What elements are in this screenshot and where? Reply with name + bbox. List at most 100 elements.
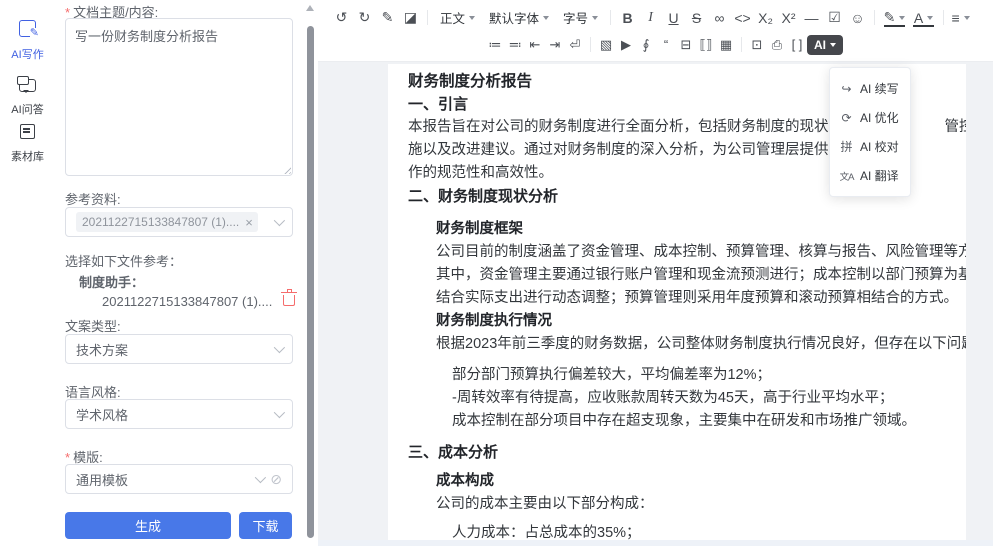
ai-menu-item[interactable]: 拼AI 校对 (830, 132, 910, 161)
write-icon (19, 20, 36, 37)
horizontal-rule-icon[interactable]: — (800, 6, 823, 29)
font-color-icon[interactable]: A (909, 6, 938, 29)
undo-icon[interactable]: ↺ (330, 6, 353, 29)
font-size-dropdown[interactable]: 字号 (556, 8, 605, 27)
topic-input[interactable]: 写一份财务制度分析报告 (65, 18, 293, 176)
download-button[interactable]: 下载 (239, 512, 292, 539)
doc-line: 部分部门预算执行偏差较大，平均偏差率为12%； (408, 364, 966, 387)
table-icon[interactable]: ▦ (716, 33, 736, 56)
video-icon[interactable]: ▶ (616, 33, 636, 56)
ai-menu-item[interactable]: ⟳ AI 优化 (830, 103, 910, 132)
doc-line: 人力成本：占总成本的35%； (408, 522, 966, 540)
translate-icon: 文A (839, 169, 854, 183)
chevron-down-icon (255, 472, 266, 483)
file-select-label: 选择如下文件参考： (65, 251, 182, 270)
highlight-color-icon[interactable]: ✎ (880, 6, 909, 29)
toolbar-divider (741, 37, 742, 52)
code-block-icon[interactable]: ⟦⟧ (696, 33, 716, 56)
paragraph-style-dropdown[interactable]: 正文 (433, 8, 482, 27)
toolbar-divider (590, 37, 591, 52)
sidebar-item-label: AI写作 (0, 46, 55, 62)
indent-icon[interactable]: ⇥ (545, 33, 565, 56)
chevron-down-icon (274, 407, 285, 418)
reference-multiselect[interactable]: 2021122715133847807 (1).... × (65, 207, 293, 237)
toolbar-row-2: ≔≕⇤⇥⏎ ▧▶∮“⊟⟦⟧▦ ⊡⎙[ ]AI (318, 31, 993, 58)
doc-line: 公司目前的制度涵盖了资金管理、成本控制、预算管理、核算与报告、风险管理等方面。 (408, 241, 966, 264)
superscript-icon[interactable]: X² (777, 6, 800, 29)
ai-menu-item[interactable]: ↪AI 续写 (830, 74, 910, 103)
bold-icon[interactable]: B (616, 6, 639, 29)
image-icon[interactable]: ▧ (596, 33, 616, 56)
template-select[interactable]: 通用模板 ⊘ (65, 464, 293, 494)
chevron-down-icon (274, 215, 285, 226)
generate-button[interactable]: 生成 (65, 512, 231, 539)
doc-line: 成本控制在部分项目中存在超支现象，主要集中在研发和市场推广领域。 (408, 410, 966, 433)
blockquote-icon[interactable]: “ (656, 33, 676, 56)
doc-line: 三、成本分析 (408, 441, 966, 464)
sidebar-item-ai-writing[interactable]: AI写作 (0, 20, 55, 62)
sidebar-item-ai-qa[interactable]: AI问答 (0, 76, 55, 117)
doc-line: 公司的成本主要由以下部分构成： (408, 493, 966, 516)
assistant-file-name: 2021122715133847807 (1).... (102, 294, 272, 309)
bullet-list-icon[interactable]: ≔ (485, 33, 505, 56)
align-dropdown-icon[interactable]: ≡ (949, 6, 972, 29)
doc-line: 结合实际支出进行动态调整；预算管理则采用年度预算和滚动预算相结合的方式。 (408, 287, 966, 310)
toolbar-divider (427, 10, 428, 25)
font-family-dropdown[interactable]: 默认字体 (482, 8, 556, 27)
subscript-icon[interactable]: X₂ (754, 6, 777, 29)
sidebar-item-material-library[interactable]: 素材库 (0, 122, 55, 164)
reference-file-tag: 2021122715133847807 (1).... × (76, 212, 258, 232)
ai-menu-item-label: AI 校对 (860, 138, 899, 155)
doc-line: 财务制度执行情况 (408, 310, 966, 333)
doc-line: 根据2023年前三季度的财务数据，公司整体财务制度执行情况良好，但存在以下问题： (408, 333, 966, 356)
format-painter-icon[interactable]: ✎ (376, 6, 399, 29)
outdent-icon[interactable]: ⇤ (525, 33, 545, 56)
ai-dropdown-menu: ↪AI 续写 ⟳ AI 优化拼AI 校对文A AI 翻译 (829, 67, 911, 197)
delete-file-icon[interactable] (283, 295, 295, 306)
italic-icon[interactable]: I (639, 6, 662, 29)
writing-form-panel: *文档主题/内容: 写一份财务制度分析报告 参考资料: 202112271513… (55, 0, 302, 546)
emoji-icon[interactable]: ☺ (846, 6, 869, 29)
ai-menu-item-label: AI 优化 (860, 109, 899, 126)
doc-type-label: 文案类型: (65, 316, 121, 335)
style-select[interactable]: 学术风格 (65, 399, 293, 429)
fullscreen-icon[interactable]: [ ] (787, 33, 807, 56)
ai-dropdown-button[interactable]: AI (807, 35, 843, 55)
ai-menu-item[interactable]: 文A AI 翻译 (830, 161, 910, 190)
attachment-icon[interactable]: ∮ (636, 33, 656, 56)
qa-icon (19, 79, 36, 92)
doc-type-select[interactable]: 技术方案 (65, 334, 293, 364)
print-icon[interactable]: ⎙ (767, 33, 787, 56)
doc-spacer (408, 208, 966, 218)
panel-scrollbar (302, 0, 318, 546)
horizontal-scrollbar-track[interactable] (318, 540, 993, 546)
assistant-label: 制度助手： (79, 272, 144, 291)
line-break-icon[interactable]: ⏎ (565, 33, 585, 56)
redo-icon[interactable]: ↻ (353, 6, 376, 29)
editor-toolbar: ↺↻✎◪正文默认字体字号BIUS∞<>X₂X²—☑☺✎A≡ ≔≕⇤⇥⏎▧▶∮“⊟… (318, 0, 993, 62)
toolbar-divider (874, 10, 875, 25)
doc-spacer (408, 433, 966, 441)
strikethrough-icon[interactable]: S (685, 6, 708, 29)
toolbar-divider (610, 10, 611, 25)
inline-code-icon[interactable]: <> (731, 6, 754, 29)
scroll-up-icon[interactable] (306, 5, 314, 11)
chevron-down-icon (274, 342, 285, 353)
toolbar-divider (943, 10, 944, 25)
link-icon[interactable]: ∞ (708, 6, 731, 29)
task-list-icon[interactable]: ☑ (823, 6, 846, 29)
underline-icon[interactable]: U (662, 6, 685, 29)
tag-close-icon[interactable]: × (245, 216, 253, 229)
divider-block-icon[interactable]: ⊟ (676, 33, 696, 56)
doc-line: 其中，资金管理主要通过银行账户管理和现金流预测进行；成本控制以部门预算为基础， (408, 264, 966, 287)
embed-icon[interactable]: ⊡ (747, 33, 767, 56)
eraser-icon[interactable]: ◪ (399, 6, 422, 29)
scrollbar-thumb[interactable] (307, 26, 314, 538)
doc-spacer (408, 356, 966, 364)
optimize-icon: ⟳ (839, 111, 854, 125)
ordered-list-icon[interactable]: ≕ (505, 33, 525, 56)
doc-line: 成本构成 (408, 470, 966, 493)
continue-writing-icon: ↪ (839, 82, 854, 96)
ai-menu-item-label: AI 翻译 (860, 167, 899, 184)
sidebar-nav: AI写作 AI问答素材库 (0, 0, 56, 546)
